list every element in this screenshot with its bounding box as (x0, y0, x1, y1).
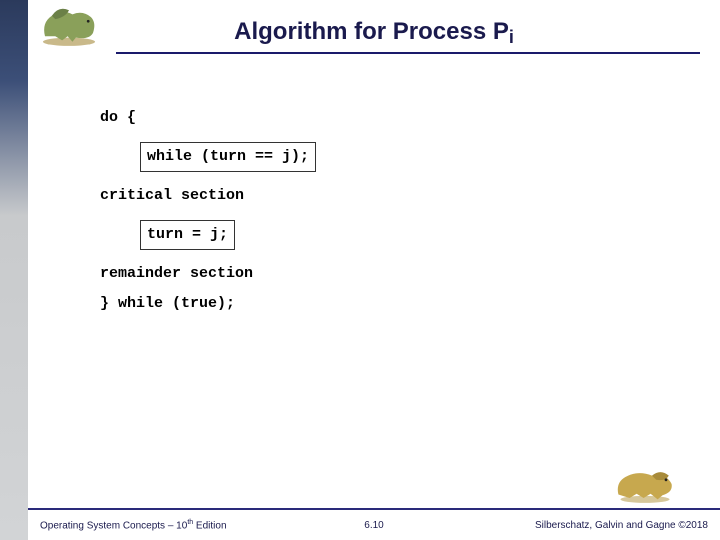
code-line: do { (100, 106, 680, 130)
footer-right: Silberschatz, Galvin and Gagne ©2018 (535, 520, 708, 531)
footer-page-number: 6.10 (364, 520, 383, 531)
code-box-turn: turn = j; (140, 220, 235, 250)
slide-footer: Operating System Concepts – 10th Edition… (28, 508, 720, 540)
slide-header: Algorithm for Process Pi (28, 0, 720, 54)
code-line: critical section (100, 184, 680, 208)
code-box-while: while (turn == j); (140, 142, 316, 172)
title-subscript: i (509, 27, 514, 47)
slide-title: Algorithm for Process Pi (28, 6, 720, 52)
sidebar-gradient (0, 0, 28, 540)
code-line: remainder section (100, 262, 680, 286)
footer-left-text-b: Edition (193, 520, 226, 531)
footer-left-text-a: Operating System Concepts – 10 (40, 520, 187, 531)
code-block: do { while (turn == j); critical section… (100, 100, 680, 322)
code-line: } while (true); (100, 292, 680, 316)
footer-left: Operating System Concepts – 10th Edition (40, 519, 227, 531)
title-underline (116, 52, 700, 54)
title-text: Algorithm for Process P (234, 18, 509, 45)
dinosaur-icon (610, 462, 680, 506)
dinosaur-icon (34, 2, 104, 50)
